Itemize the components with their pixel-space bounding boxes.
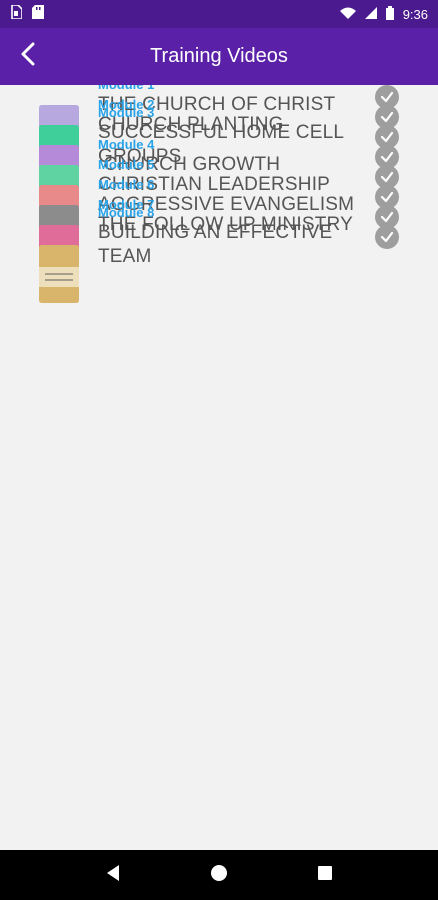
battery-icon xyxy=(385,5,394,23)
module-label: Module 6 xyxy=(98,177,155,192)
sd-card-icon xyxy=(32,4,44,24)
module-title: BUILDING AN EFFECTIVE TEAM xyxy=(98,222,333,267)
home-circle-icon xyxy=(210,864,228,887)
status-time: 9:36 xyxy=(402,6,428,22)
back-arrow-icon xyxy=(18,41,38,72)
module-list[interactable]: Module 1 THE CHURCH OF CHRIST Module 2 C… xyxy=(0,85,438,850)
sim-icon xyxy=(10,3,23,24)
nav-home-button[interactable] xyxy=(199,855,239,895)
nav-recents-button[interactable] xyxy=(305,855,345,895)
page-title: Training Videos xyxy=(150,45,288,67)
signal-icon xyxy=(364,6,377,22)
system-nav-bar xyxy=(0,850,438,900)
module-label: Module 5 xyxy=(98,157,155,172)
module-label: Module 1 xyxy=(98,85,358,93)
back-button[interactable] xyxy=(8,36,48,76)
module-label: Module 3 xyxy=(98,105,155,120)
app-bar: Training Videos xyxy=(0,28,438,85)
module-label: Module 4 xyxy=(98,137,155,152)
module-label: Module 8 xyxy=(98,205,155,220)
status-bar: 9:36 xyxy=(0,0,438,28)
back-triangle-icon xyxy=(105,864,121,887)
module-thumbnail xyxy=(39,245,79,303)
recents-square-icon xyxy=(317,865,333,886)
wifi-icon xyxy=(339,7,356,22)
nav-back-button[interactable] xyxy=(93,855,133,895)
completed-check-icon[interactable] xyxy=(375,225,399,249)
